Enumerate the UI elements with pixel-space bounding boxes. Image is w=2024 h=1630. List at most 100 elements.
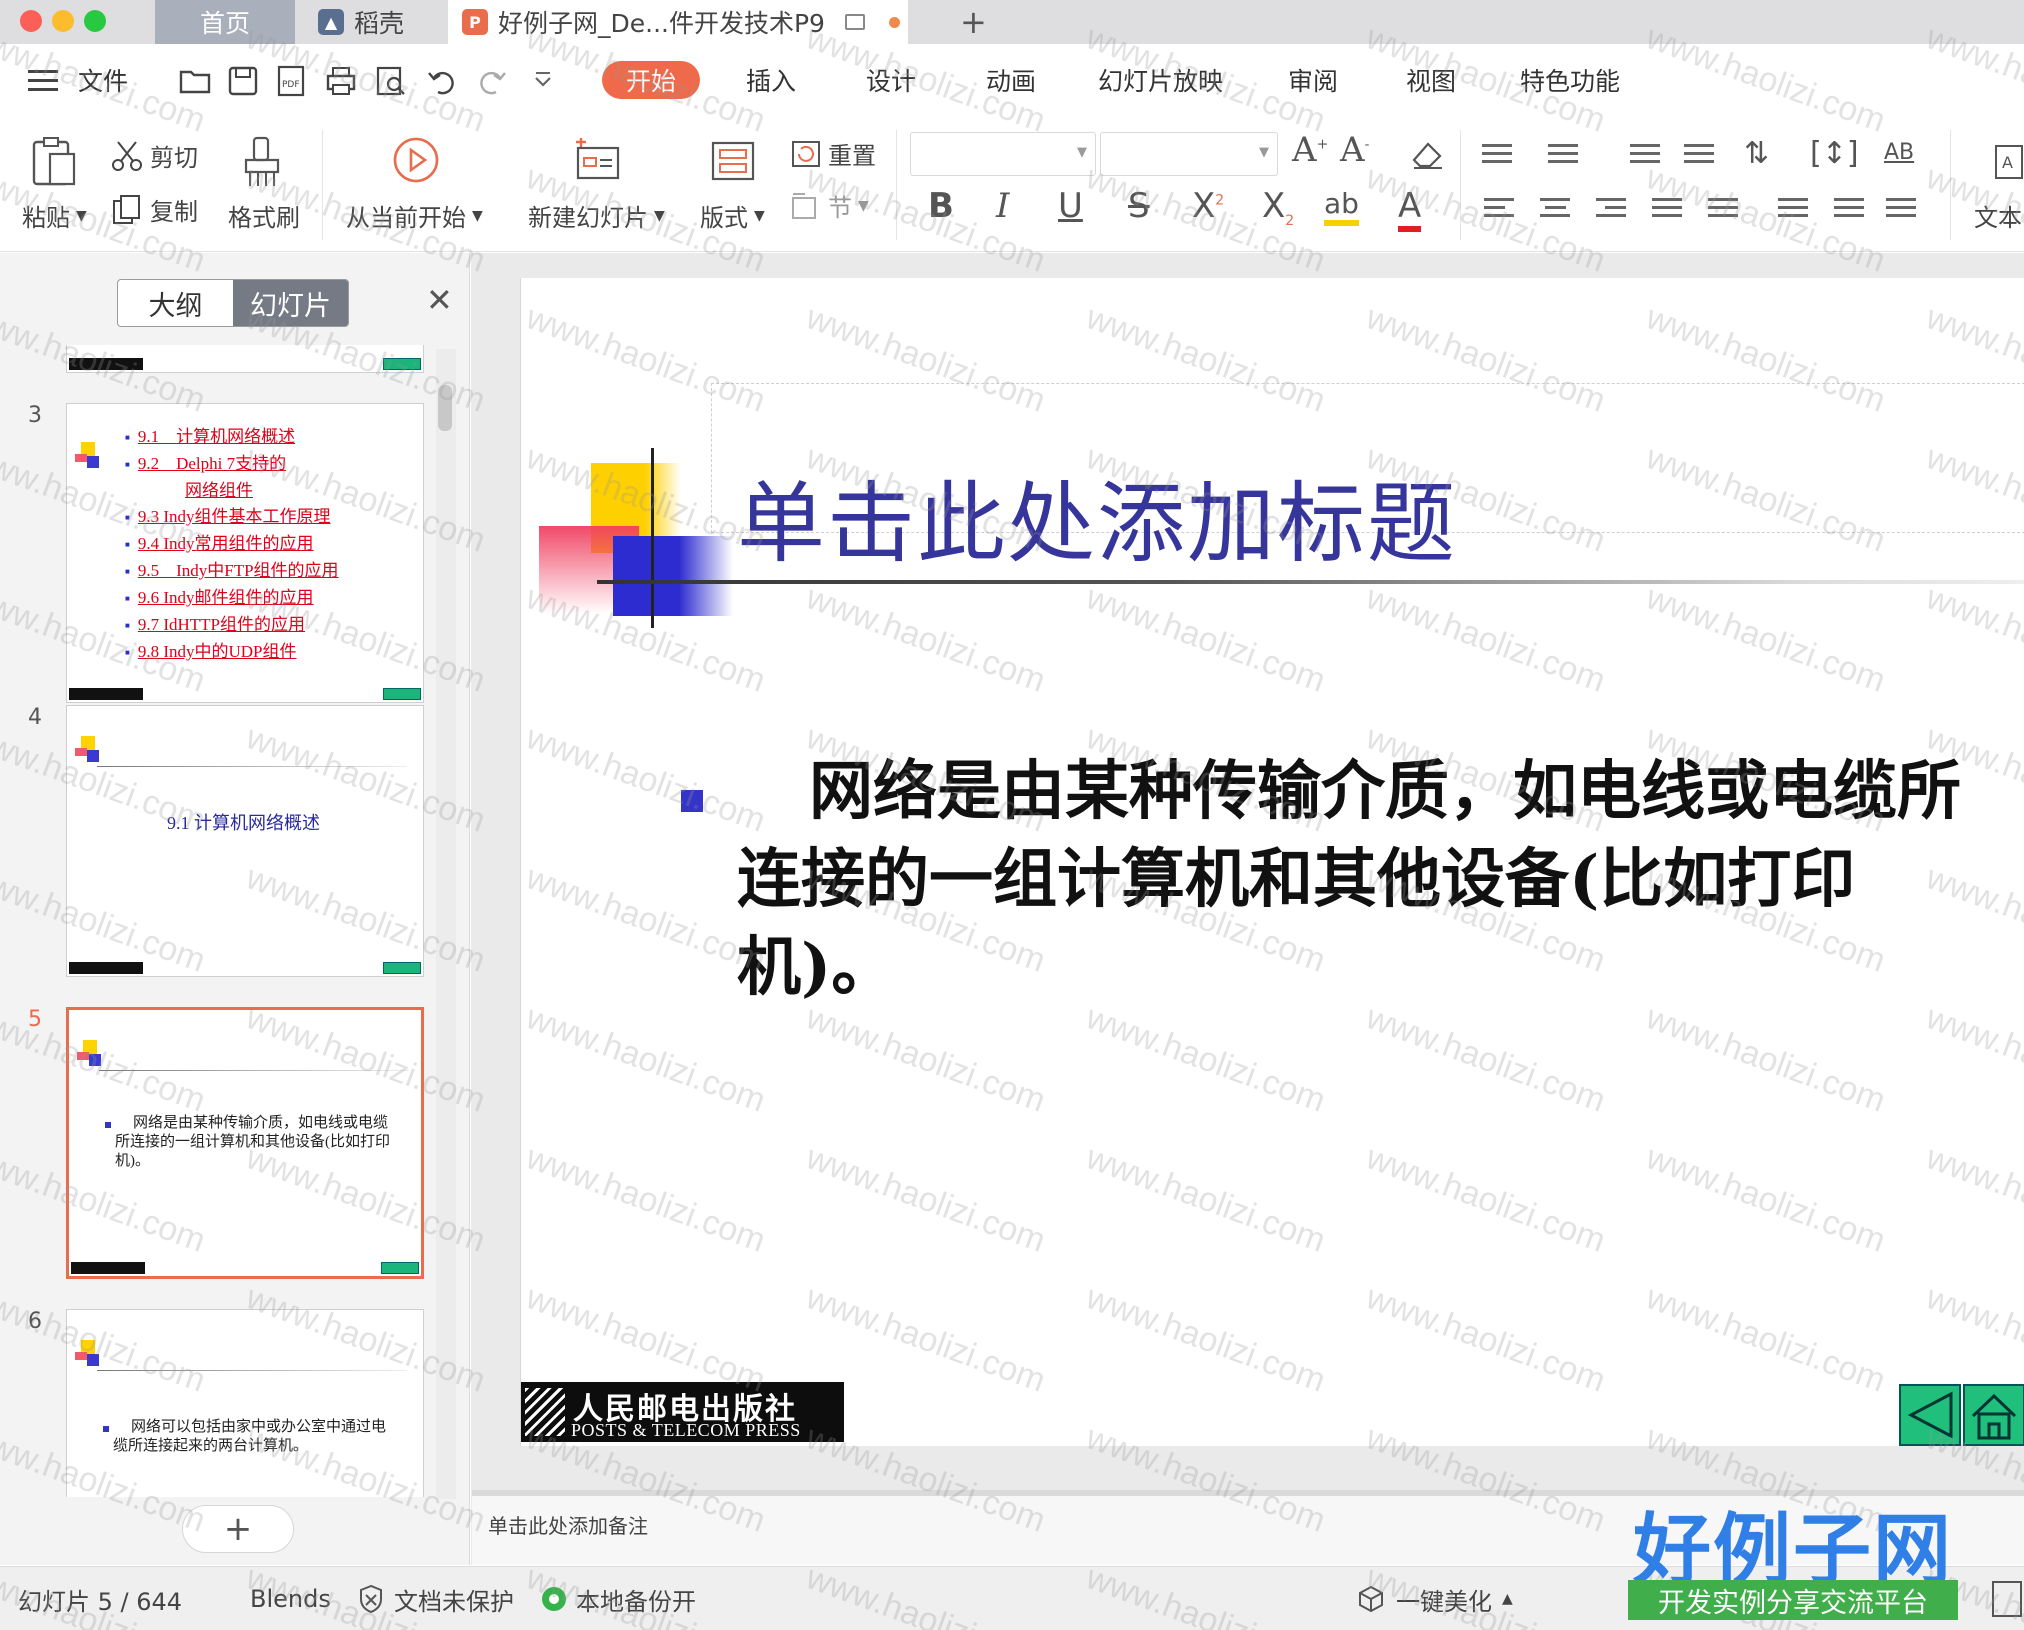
document-protection[interactable]: 文档未保护 [358,1567,514,1630]
slide-thumbnail-3[interactable]: 9.1 计算机网络概述 9.2 Delphi 7支持的 网络组件 9.3 Ind… [66,403,424,703]
decrease-font-size-icon[interactable]: A- [1340,130,1369,170]
text-box-icon[interactable]: A [1994,144,2024,182]
one-click-beautify-button[interactable]: 一键美化 ▲ [1356,1567,1513,1630]
menu-slideshow[interactable]: 幻灯片放映 [1098,44,1223,116]
ribbon-separator [896,130,897,240]
slide-thumbnail-2[interactable] [66,345,424,373]
monitor-icon[interactable] [844,14,865,30]
layout-icon[interactable] [710,140,756,182]
increase-font-size-icon[interactable]: A+ [1292,130,1328,170]
notes-placeholder[interactable]: 单击此处添加备注 [488,1510,648,1539]
underline-icon[interactable]: U [1058,186,1083,226]
document-protection-label: 文档未保护 [394,1587,514,1616]
font-size-combo[interactable]: ▼ [1100,132,1278,176]
tab-document[interactable]: P 好例子网_De...件开发技术P9 [448,0,908,44]
slide-title[interactable]: 单击此处添加标题 [737,453,1457,580]
align-left-icon[interactable] [1484,198,1514,224]
slide-thumbnail-5[interactable]: 网络是由某种传输介质，如电线或电缆所连接的一组计算机和其他设备(比如打印机)。 [66,1007,424,1279]
ribbon-separator [322,130,323,240]
slide-thumbnail-4[interactable]: 9.1 计算机网络概述 [66,705,424,977]
undo-icon[interactable] [426,64,460,98]
menu-design[interactable]: 设计 [866,44,916,116]
new-tab-button[interactable]: + [960,0,987,44]
export-pdf-icon[interactable]: PDF [274,64,308,98]
slide-body-text[interactable]: 网络是由某种传输介质，如电线或电缆所连接的一组计算机和其他设备(比如打印机)。 [737,748,1997,1012]
increase-indent-icon[interactable] [1684,144,1714,170]
decrease-indent-icon[interactable] [1630,144,1660,170]
close-panel-icon[interactable]: ✕ [426,281,453,319]
bold-icon[interactable]: B [928,186,954,226]
tab-daoke[interactable]: ▲ 稻壳 [310,0,440,44]
thumbnail-title-rule [99,1070,409,1071]
italic-icon[interactable]: I [996,186,1009,226]
copy-button[interactable]: 复制 [110,192,198,227]
columns-icon[interactable] [1834,198,1864,224]
previous-slide-button[interactable] [1899,1384,1961,1446]
format-painter-icon[interactable] [240,136,284,188]
highlight-icon[interactable]: ab [1324,188,1359,226]
tab-outline[interactable]: 大纲 [118,280,233,326]
tab-slides[interactable]: 幻灯片 [233,280,348,326]
superscript-icon[interactable]: X2 [1192,186,1224,226]
new-slide-icon[interactable] [572,138,622,182]
strikethrough-icon[interactable]: S [1128,186,1150,226]
new-slide-button[interactable]: 新建幻灯片 ▼ [528,198,665,233]
numbered-list-icon[interactable] [1548,144,1578,170]
format-painter-button[interactable]: 格式刷 [228,198,300,233]
print-icon[interactable] [324,64,358,98]
text-direction-icon[interactable]: AB [1884,140,1914,165]
subscript-icon[interactable]: X2 [1262,186,1294,229]
bullet-list-icon[interactable] [1482,144,1512,170]
line-spacing-icon[interactable]: [↕] [1810,136,1859,171]
reset-button[interactable]: 重置 [790,136,876,171]
section-button[interactable]: 节 ▼ [790,188,869,223]
menu-animation[interactable]: 动画 [986,44,1036,116]
distribute-icon[interactable] [1708,198,1738,224]
print-preview-icon[interactable] [374,64,408,98]
close-window-button[interactable] [20,10,42,32]
thumbnail-publisher-logo [69,688,143,700]
clear-format-icon[interactable] [1410,138,1446,170]
menu-special-features[interactable]: 特色功能 [1520,44,1620,116]
view-toggle: 大纲 幻灯片 [117,279,349,327]
ribbon-toolbar: 粘贴 ▼ 剪切 复制 格式刷 从当前开始 ▼ 新建幻灯片 ▼ 版式 ▼ 重置 节 ▼ ▼ … [0,116,2024,252]
slide-thumbnail-6[interactable]: 网络可以包括由家中或办公室中通过电缆所连接起来的两台计算机。 [66,1309,424,1497]
open-folder-icon[interactable] [178,64,212,98]
text-box-button[interactable]: 文本 [1974,198,2022,233]
font-name-combo[interactable]: ▼ [910,132,1096,176]
menu-insert[interactable]: 插入 [746,44,796,116]
paragraph-spacing-icon[interactable] [1778,198,1808,224]
redo-icon[interactable] [474,64,508,98]
paste-button[interactable]: 粘贴 ▼ [22,198,87,233]
menu-view[interactable]: 视图 [1406,44,1456,116]
menu-review[interactable]: 审阅 [1288,44,1338,116]
menu-start[interactable]: 开始 [602,61,701,99]
slide-canvas[interactable]: 单击此处添加标题 网络是由某种传输介质，如电线或电缆所连接的一组计算机和其他设备… [520,278,2024,1446]
menu-file[interactable]: 文件 [78,44,128,116]
add-slide-button[interactable]: + [182,1505,294,1553]
backup-status-icon [542,1587,566,1611]
thumbnail-scrollbar[interactable] [436,349,456,1499]
normal-view-icon[interactable] [1992,1581,2022,1617]
layout-button[interactable]: 版式 ▼ [700,198,765,233]
zoom-window-button[interactable] [84,10,106,32]
site-logo-subtitle: 开发实例分享交流平台 [1628,1580,1958,1620]
align-right-icon[interactable] [1596,198,1626,224]
font-color-icon[interactable]: A [1398,186,1422,232]
paste-icon[interactable] [30,136,78,188]
home-slide-button[interactable] [1963,1384,2024,1446]
tab-home[interactable]: 首页 [155,0,295,44]
play-from-current-button[interactable]: 从当前开始 ▼ [346,198,483,233]
thumbnail-scroll-thumb[interactable] [438,385,452,431]
save-icon[interactable] [226,64,260,98]
play-icon[interactable] [392,136,440,184]
local-backup[interactable]: 本地备份开 [542,1567,696,1630]
sort-icon[interactable]: ⇅ [1744,136,1769,171]
hamburger-menu-icon[interactable] [28,44,58,116]
cut-button[interactable]: 剪切 [110,138,198,173]
justify-icon[interactable] [1652,198,1682,224]
customize-quick-access-icon[interactable] [526,64,560,98]
minimize-window-button[interactable] [52,10,74,32]
align-center-icon[interactable] [1540,198,1570,224]
line-spacing-options-icon[interactable] [1886,198,1916,224]
